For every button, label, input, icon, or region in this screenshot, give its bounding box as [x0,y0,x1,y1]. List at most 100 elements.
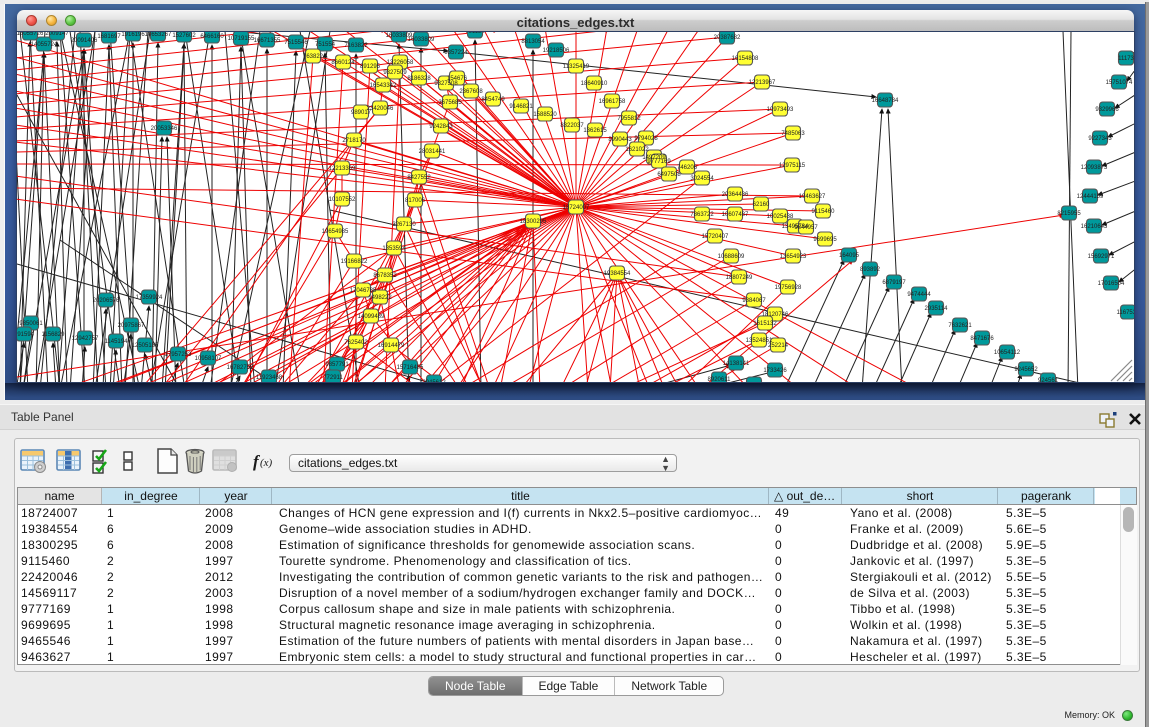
svg-text:9327509: 9327509 [383,70,407,76]
svg-text:746206: 746206 [677,165,698,171]
svg-text:8660124: 8660124 [331,60,355,66]
svg-text:9384067: 9384067 [742,298,766,304]
svg-text:2718170: 2718170 [342,138,366,144]
svg-text:20387682: 20387682 [714,35,741,41]
svg-text:7955812: 7955812 [617,116,641,122]
svg-text:9850061: 9850061 [19,321,43,327]
svg-text:7515546: 7515546 [284,40,308,46]
svg-text:9844957: 9844957 [794,225,818,231]
svg-text:17046785: 17046785 [350,288,377,294]
svg-text:16543342: 16543342 [370,83,397,89]
svg-text:10107552: 10107552 [329,197,356,203]
svg-text:891295: 891295 [360,64,381,70]
svg-text:15720407: 15720407 [702,234,729,240]
svg-text:10688609: 10688609 [718,254,745,260]
svg-text:20053346: 20053346 [151,126,178,132]
svg-text:15751074: 15751074 [1106,80,1133,86]
svg-text:8427552: 8427552 [407,175,431,181]
svg-text:1916196: 1916196 [121,32,145,38]
svg-text:6497508: 6497508 [657,172,681,178]
svg-text:10973493: 10973493 [767,107,794,113]
svg-text:1362615: 1362615 [583,128,607,134]
svg-text:14099489: 14099489 [358,314,385,320]
svg-text:9242843: 9242843 [429,124,453,130]
svg-text:7632621: 7632621 [948,323,972,329]
svg-text:9699695: 9699695 [813,237,837,243]
svg-text:8322037: 8322037 [560,123,584,129]
svg-text:3675685: 3675685 [438,100,462,106]
svg-text:9245652: 9245652 [1014,367,1038,373]
svg-text:17359924: 17359924 [136,295,163,301]
svg-text:1527602: 1527602 [172,33,196,39]
svg-text:19463627: 19463627 [799,194,826,200]
svg-text:6879197: 6879197 [882,280,906,286]
svg-text:28031441: 28031441 [419,149,446,155]
svg-text:12975115: 12975115 [779,163,806,169]
svg-text:7863722: 7863722 [690,212,714,218]
svg-text:893892: 893892 [860,267,881,273]
svg-text:8215955: 8215955 [1057,211,1081,217]
svg-text:18300295: 18300295 [520,219,547,225]
svg-text:16671355: 16671355 [254,38,281,44]
svg-text:8678352: 8678352 [373,273,397,279]
svg-text:18807249: 18807249 [726,275,753,281]
svg-text:19654985: 19654985 [322,229,349,235]
svg-text:3024554: 3024554 [690,176,714,182]
svg-text:15716485: 15716485 [397,365,424,371]
svg-text:13226058: 13226058 [387,60,414,66]
svg-text:16782759: 16782759 [227,365,254,371]
svg-text:11173: 11173 [1118,56,1134,62]
svg-text:9227343: 9227343 [1088,136,1112,142]
svg-text:1167534: 1167534 [1117,310,1134,316]
svg-text:8454749: 8454749 [481,97,505,103]
svg-text:9146821: 9146821 [509,104,533,110]
svg-text:(x): (x) [260,457,273,469]
svg-text:763822: 763822 [303,54,324,60]
svg-text:16914479: 16914479 [378,343,405,349]
svg-text:13654923: 13654923 [780,254,807,260]
svg-text:7625402: 7625402 [344,340,368,346]
svg-text:9329966: 9329966 [1095,107,1119,113]
svg-text:12444159: 12444159 [1077,194,1104,200]
svg-text:19384554: 19384554 [604,271,631,277]
svg-text:1621022: 1621022 [625,147,649,153]
svg-text:9474444: 9474444 [907,292,931,298]
svg-text:12942757: 12942757 [72,336,99,342]
svg-text:9794028: 9794028 [634,136,658,142]
svg-text:12213369: 12213369 [329,166,356,172]
svg-text:17957253: 17957253 [165,352,192,358]
svg-text:10653267: 10653267 [145,32,172,38]
svg-text:20206576: 20206576 [93,298,120,304]
svg-text:8186328: 8186328 [407,76,431,82]
svg-text:20364436: 20364436 [722,192,749,198]
svg-text:8920611: 8920611 [708,377,732,382]
svg-text:8813054: 8813054 [521,39,545,45]
svg-text:19218506: 19218506 [543,48,570,54]
svg-text:18724007: 18724007 [563,205,590,211]
svg-text:1156829: 1156829 [42,332,66,338]
svg-text:3267130: 3267130 [392,222,416,228]
svg-text:12505185: 12505185 [132,343,159,349]
svg-text:9857791: 9857791 [325,362,349,368]
svg-text:10654112: 10654112 [994,350,1021,356]
svg-text:1733426: 1733426 [763,368,787,374]
svg-text:1681697: 1681697 [97,34,121,40]
svg-text:14138141: 14138141 [723,361,750,367]
svg-text:18640910: 18640910 [581,81,608,87]
svg-text:1615132: 1615132 [753,321,777,327]
svg-text:164095: 164095 [839,253,860,259]
svg-text:2945612: 2945612 [422,380,446,382]
svg-text:12213967: 12213967 [749,80,776,86]
svg-text:16154808: 16154808 [732,56,759,62]
svg-text:8471676: 8471676 [970,336,994,342]
svg-text:11923468: 11923468 [256,375,283,381]
svg-text:391594: 391594 [17,332,35,338]
svg-text:11325419: 11325419 [563,64,590,70]
svg-text:761124: 761124 [465,32,485,35]
svg-text:62160: 62160 [753,202,770,208]
svg-text:9357224: 9357224 [444,50,468,56]
svg-text:252214: 252214 [768,343,789,349]
svg-text:19756928: 19756928 [775,285,802,291]
svg-text:18055726: 18055726 [17,32,44,37]
svg-text:1145194: 1145194 [105,339,129,345]
